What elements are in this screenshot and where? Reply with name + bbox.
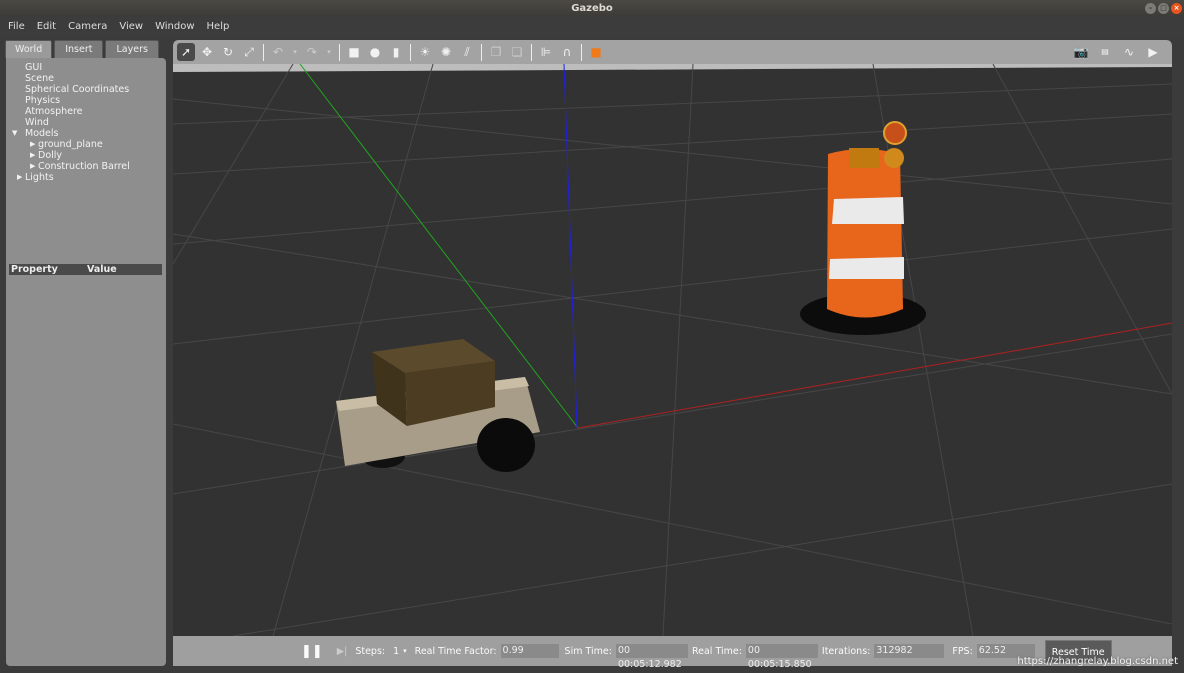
translate-mode-icon[interactable]: ✥ (198, 43, 216, 61)
menu-bar: File Edit Camera View Window Help (0, 17, 1184, 36)
3d-viewport[interactable]: ➚ ✥ ↻ ⤢ ↶ ▾ ↷ ▾ ■ ● ▮ ☀ ✺ ⫽ ❐ ❏ ⊫ ∩ ■ 📷 … (173, 40, 1172, 667)
tree-item-atmosphere[interactable]: Atmosphere (25, 106, 129, 117)
window-title: Gazebo (571, 3, 613, 14)
menu-camera[interactable]: Camera (68, 17, 107, 36)
scene-canvas[interactable] (173, 64, 1172, 636)
redo-icon[interactable]: ↷ (303, 43, 321, 61)
collapsed-arrow-icon[interactable]: ▶ (30, 161, 35, 172)
menu-window[interactable]: Window (155, 17, 194, 36)
point-light-icon[interactable]: ☀ (416, 43, 434, 61)
real-time-field: 00 00:05:15.850 (745, 644, 818, 667)
snap-icon[interactable]: ∩ (558, 43, 576, 61)
toolbar: ➚ ✥ ↻ ⤢ ↶ ▾ ↷ ▾ ■ ● ▮ ☀ ✺ ⫽ ❐ ❏ ⊫ ∩ ■ 📷 … (173, 40, 1172, 64)
model-label: ground_plane (38, 139, 103, 150)
title-bar: Gazebo – □ × (0, 0, 1184, 17)
separator (531, 43, 532, 61)
tree-item-models[interactable]: ▼ Models (12, 128, 129, 139)
screenshot-icon[interactable]: 📷 (1072, 43, 1090, 61)
select-mode-icon[interactable]: ➚ (177, 43, 195, 61)
world-tree: GUI Scene Spherical Coordinates Physics … (6, 62, 130, 183)
steps-spinner[interactable]: 1 (393, 646, 399, 657)
tree-item-gui[interactable]: GUI (25, 62, 129, 73)
tab-world[interactable]: World (5, 40, 53, 58)
tab-layers[interactable]: Layers (105, 40, 159, 58)
log-icon[interactable]: ▤ (1096, 43, 1114, 61)
iterations-label: Iterations: (821, 645, 871, 657)
cylinder-icon[interactable]: ▮ (387, 43, 405, 61)
tab-insert[interactable]: Insert (54, 40, 104, 58)
step-icon[interactable]: ▶| (337, 646, 348, 657)
undo-icon[interactable]: ↶ (269, 43, 287, 61)
menu-edit[interactable]: Edit (37, 17, 56, 36)
property-header: Property Value (9, 264, 162, 275)
separator (481, 43, 482, 61)
left-panel: World Insert Layers GUI Scene Spherical … (5, 40, 167, 667)
tree-item-scene[interactable]: Scene (25, 73, 129, 84)
paste-icon[interactable]: ❏ (508, 43, 526, 61)
iterations-field: 312982 (874, 644, 945, 658)
rtf-field: 0.99 (500, 644, 559, 658)
chevron-down-icon[interactable]: ▾ (403, 647, 407, 655)
tree-item-construction-barrel[interactable]: ▶ Construction Barrel (30, 161, 142, 172)
separator (339, 43, 340, 61)
sim-time-field: 00 00:05:12.982 (615, 644, 688, 667)
property-column: Property (11, 264, 58, 275)
tree-item-spherical-coordinates[interactable]: Spherical Coordinates (25, 84, 129, 95)
pause-icon[interactable]: ❚❚ (301, 644, 323, 659)
plot-icon[interactable]: ∿ (1120, 43, 1138, 61)
fps-label: FPS: (952, 645, 973, 657)
menu-view[interactable]: View (119, 17, 143, 36)
models-label: Models (25, 128, 59, 139)
collapsed-arrow-icon[interactable]: ▶ (30, 139, 35, 150)
spot-light-icon[interactable]: ✺ (437, 43, 455, 61)
rtf-label: Real Time Factor: (414, 645, 497, 657)
box-icon[interactable]: ■ (345, 43, 363, 61)
collapsed-arrow-icon[interactable]: ▶ (30, 150, 35, 161)
separator (581, 43, 582, 61)
world-panel: GUI Scene Spherical Coordinates Physics … (6, 58, 166, 666)
close-icon[interactable]: × (1171, 3, 1182, 14)
record-video-icon[interactable]: ▶ (1144, 43, 1162, 61)
sphere-icon[interactable]: ● (366, 43, 384, 61)
real-time-label: Real Time: (691, 645, 742, 657)
separator (410, 43, 411, 61)
menu-file[interactable]: File (8, 17, 25, 36)
model-label: Dolly (38, 150, 63, 161)
minimize-icon[interactable]: – (1145, 3, 1156, 14)
expanded-arrow-icon[interactable]: ▼ (12, 128, 17, 139)
copy-icon[interactable]: ❐ (487, 43, 505, 61)
tree-item-dolly[interactable]: ▶ Dolly (30, 150, 142, 161)
maximize-icon[interactable]: □ (1158, 3, 1169, 14)
separator (263, 43, 264, 61)
tree-item-physics[interactable]: Physics (25, 95, 129, 106)
tree-item-lights[interactable]: ▶ Lights (17, 172, 129, 183)
collapsed-arrow-icon[interactable]: ▶ (17, 172, 22, 183)
rotate-mode-icon[interactable]: ↻ (219, 43, 237, 61)
chevron-down-icon[interactable]: ▾ (290, 43, 300, 61)
chevron-down-icon[interactable]: ▾ (324, 43, 334, 61)
menu-help[interactable]: Help (207, 17, 230, 36)
model-label: Construction Barrel (38, 161, 130, 172)
change-view-icon[interactable]: ■ (587, 43, 605, 61)
lights-label: Lights (25, 172, 54, 183)
align-icon[interactable]: ⊫ (537, 43, 555, 61)
tree-item-wind[interactable]: Wind (25, 117, 129, 128)
steps-label: Steps: (355, 645, 386, 657)
sim-time-label: Sim Time: (564, 645, 612, 657)
tree-item-ground-plane[interactable]: ▶ ground_plane (30, 139, 142, 150)
directional-light-icon[interactable]: ⫽ (458, 43, 476, 61)
scale-mode-icon[interactable]: ⤢ (240, 43, 258, 61)
value-column: Value (87, 264, 117, 275)
watermark: https://zhangrelay.blog.csdn.net (1017, 656, 1178, 667)
